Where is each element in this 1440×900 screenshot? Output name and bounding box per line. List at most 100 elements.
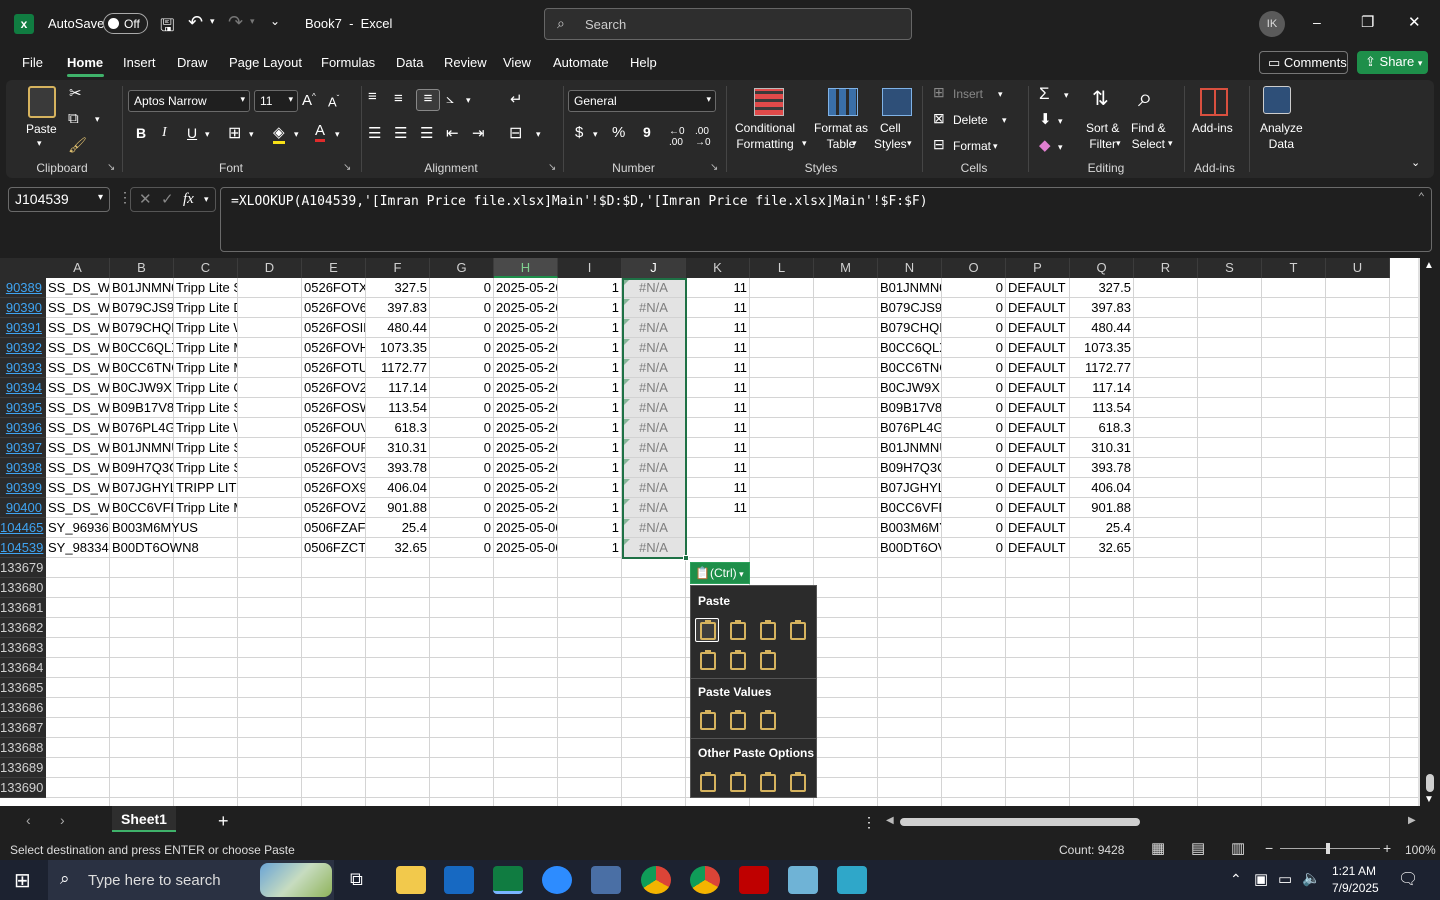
zoom-app-icon[interactable] xyxy=(542,866,572,894)
sheet-tab-sheet1[interactable]: Sheet1 xyxy=(112,806,176,832)
row-header[interactable]: 90391 xyxy=(0,318,46,338)
avatar[interactable]: IK xyxy=(1259,11,1285,37)
cell-f[interactable]: 901.88 xyxy=(366,498,429,518)
column-header-k[interactable]: K xyxy=(686,258,750,278)
cell-i[interactable]: 1 xyxy=(558,358,621,378)
cell-i[interactable]: 1 xyxy=(558,458,621,478)
paste-no-borders-icon[interactable] xyxy=(695,648,719,672)
confirm-formula-icon[interactable]: ✓ xyxy=(161,190,174,208)
cell-e[interactable]: 0526FOV6 xyxy=(302,298,365,318)
row-header[interactable]: 133687 xyxy=(0,718,46,738)
cell-e[interactable]: 0526FOTX xyxy=(302,278,365,298)
row-header[interactable]: 90392 xyxy=(0,338,46,358)
cell-c[interactable]: Tripp Lite Desk Moun xyxy=(174,298,237,318)
scroll-down-icon[interactable]: ▼ xyxy=(1424,794,1434,805)
row-header[interactable]: 90389 xyxy=(0,278,46,298)
close-button[interactable]: ✕ xyxy=(1408,13,1421,31)
row-header[interactable]: 133690 xyxy=(0,778,46,798)
column-header-p[interactable]: P xyxy=(1006,258,1070,278)
cell-g[interactable]: 0 xyxy=(430,378,493,398)
cell-q[interactable]: 480.44 xyxy=(1070,318,1133,338)
cell-k[interactable]: 11 xyxy=(686,418,749,438)
cell-h[interactable]: 2025-05-26 xyxy=(494,458,557,478)
cell-a[interactable]: SS_DS_WV xyxy=(46,398,109,418)
cell-n[interactable]: B07JGHYLS xyxy=(878,478,941,498)
volume-icon[interactable]: 🔈 xyxy=(1302,869,1321,887)
sort-filter-button[interactable]: Sort & Filter xyxy=(1086,120,1119,152)
column-header-j[interactable]: J xyxy=(622,258,686,278)
cell-b[interactable]: B09B17V8 xyxy=(110,398,173,418)
cell-p[interactable]: DEFAULT xyxy=(1006,458,1069,478)
cell-p[interactable]: DEFAULT xyxy=(1006,498,1069,518)
cell-i[interactable]: 1 xyxy=(558,338,621,358)
row-header[interactable]: 133688 xyxy=(0,738,46,758)
cell-h[interactable]: 2025-05-26 xyxy=(494,358,557,378)
cell-o[interactable]: 0 xyxy=(942,458,1005,478)
row-header[interactable]: 133684 xyxy=(0,658,46,678)
cell-n[interactable]: B079CHQD xyxy=(878,318,941,338)
scroll-left-icon[interactable]: ◀ xyxy=(886,815,894,826)
zoom-out-icon[interactable]: − xyxy=(1265,840,1273,856)
cell-f[interactable]: 397.83 xyxy=(366,298,429,318)
row-header[interactable]: 133679 xyxy=(0,558,46,578)
add-sheet-button[interactable]: + xyxy=(218,811,229,832)
cell-p[interactable]: DEFAULT xyxy=(1006,418,1069,438)
cancel-formula-icon[interactable]: ✕ xyxy=(139,190,152,208)
column-header-m[interactable]: M xyxy=(814,258,878,278)
orientation-dropdown-icon[interactable]: ▾ xyxy=(466,95,471,106)
cell-q[interactable]: 32.65 xyxy=(1070,538,1133,558)
cell-c[interactable]: Tripp Lite Mobile Sta xyxy=(174,358,237,378)
dialog-launcher-icon[interactable]: ↘ xyxy=(107,162,115,173)
cell-o[interactable]: 0 xyxy=(942,318,1005,338)
menu-automate[interactable]: Automate xyxy=(553,55,609,70)
column-header-a[interactable]: A xyxy=(46,258,110,278)
more-options-icon[interactable]: ⋮ xyxy=(862,814,876,831)
cell-q[interactable]: 397.83 xyxy=(1070,298,1133,318)
column-header-i[interactable]: I xyxy=(558,258,622,278)
font-color-dropdown-icon[interactable]: ▾ xyxy=(335,129,340,140)
menu-help[interactable]: Help xyxy=(630,55,657,70)
conditional-formatting-icon[interactable] xyxy=(754,88,784,116)
cell-b[interactable]: B07JGHYLS xyxy=(110,478,173,498)
cell-g[interactable]: 0 xyxy=(430,498,493,518)
cell-p[interactable]: DEFAULT xyxy=(1006,398,1069,418)
cell-q[interactable]: 310.31 xyxy=(1070,438,1133,458)
cell-q[interactable]: 25.4 xyxy=(1070,518,1133,538)
cell-a[interactable]: SS_DS_WV xyxy=(46,478,109,498)
cell-e[interactable]: 0506FZCTC xyxy=(302,538,365,558)
cell-p[interactable]: DEFAULT xyxy=(1006,278,1069,298)
cell-b[interactable]: B0CC6VFF xyxy=(110,498,173,518)
cell-b[interactable]: B076PL4G xyxy=(110,418,173,438)
cell-h[interactable]: 2025-05-26 xyxy=(494,318,557,338)
task-view-icon[interactable]: ⧉ xyxy=(350,869,363,890)
zoom-slider[interactable] xyxy=(1280,848,1380,849)
cell-q[interactable]: 327.5 xyxy=(1070,278,1133,298)
cell-i[interactable]: 1 xyxy=(558,398,621,418)
cell-f[interactable]: 117.14 xyxy=(366,378,429,398)
cell-q[interactable]: 117.14 xyxy=(1070,378,1133,398)
cell-e[interactable]: 0526FOV2 xyxy=(302,378,365,398)
row-header[interactable]: 90398 xyxy=(0,458,46,478)
cell-o[interactable]: 0 xyxy=(942,478,1005,498)
row-header[interactable]: 133686 xyxy=(0,698,46,718)
insert-cells-button[interactable]: Insert xyxy=(953,87,983,101)
menu-page-layout[interactable]: Page Layout xyxy=(229,55,302,70)
cell-c[interactable]: Tripp Lite Sit Stand D xyxy=(174,438,237,458)
cell-n[interactable]: B0CC6TNG xyxy=(878,358,941,378)
cell-f[interactable]: 25.4 xyxy=(366,518,429,538)
share-button[interactable]: ⇪ Share ▾ xyxy=(1357,51,1428,74)
paste-linked-picture-icon[interactable] xyxy=(785,770,809,794)
cell-q[interactable]: 393.78 xyxy=(1070,458,1133,478)
menu-home[interactable]: Home xyxy=(67,55,103,70)
cell-h[interactable]: 2025-05-26 xyxy=(494,298,557,318)
cell-e[interactable]: 0526FOTU xyxy=(302,358,365,378)
cell-p[interactable]: DEFAULT xyxy=(1006,478,1069,498)
column-header-o[interactable]: O xyxy=(942,258,1006,278)
cell-q[interactable]: 1172.77 xyxy=(1070,358,1133,378)
cell-h[interactable]: 2025-05-26 xyxy=(494,418,557,438)
row-header[interactable]: 104465 xyxy=(0,518,46,538)
cell-o[interactable]: 0 xyxy=(942,278,1005,298)
normal-view-icon[interactable]: ▦ xyxy=(1151,839,1165,857)
cell-a[interactable]: SS_DS_WV xyxy=(46,298,109,318)
decrease-font-icon[interactable]: Aˇ xyxy=(328,94,339,109)
